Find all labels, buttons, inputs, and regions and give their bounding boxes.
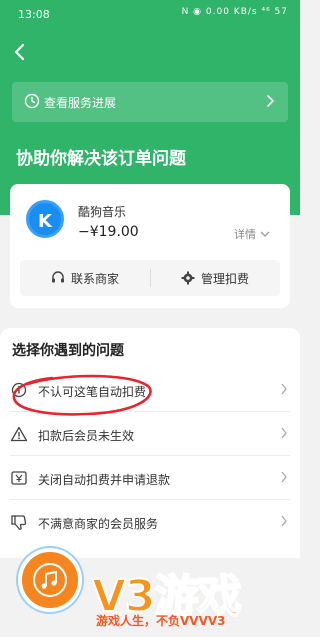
problem-item-cancel-and-refund[interactable]: 关闭自动扣费并申请退款	[0, 456, 300, 500]
app-name: 酷狗音乐	[78, 205, 127, 219]
status-bar: 13:08 N ◉ 0.00 KB/s ⁴⁶ 57	[0, 0, 300, 28]
problem-list: 选择你遇到的问题 不认可这笔自动扣费 扣款后会员未生效 关闭自动扣费并申请退款	[0, 328, 300, 558]
chevron-right-icon	[281, 515, 287, 527]
detail-label: 详情	[234, 228, 256, 241]
app-logo: K	[26, 200, 64, 238]
manage-deduction-button[interactable]: 管理扣费	[150, 260, 280, 296]
problem-label: 关闭自动扣费并申请退款	[38, 473, 171, 487]
contact-merchant-button[interactable]: 联系商家	[20, 260, 150, 296]
status-time: 13:08	[18, 8, 50, 21]
music-note-icon	[33, 563, 67, 597]
problem-label: 扣款后会员未生效	[38, 429, 135, 443]
chevron-down-icon	[260, 231, 270, 237]
warning-icon	[10, 426, 28, 442]
page-heading: 协助你解决该订单问题	[16, 149, 186, 169]
order-card: K 酷狗音乐 −¥19.00 详情 联系商家 管理扣费	[10, 184, 290, 308]
chevron-right-icon	[281, 427, 287, 439]
service-progress-button[interactable]: 查看服务进展	[12, 82, 288, 122]
order-price: −¥19.00	[78, 224, 139, 240]
chevron-right-icon	[281, 383, 287, 395]
gear-icon	[181, 271, 195, 285]
yuan-refund-icon	[11, 471, 27, 485]
watermark-slogan: 游戏人生，不负VVVV3	[96, 614, 226, 628]
chevron-right-icon	[267, 95, 275, 107]
problem-item-membership-not-active[interactable]: 扣款后会员未生效	[0, 412, 300, 456]
problem-item-unsatisfied-service[interactable]: 不满意商家的会员服务	[0, 500, 300, 544]
back-arrow-icon[interactable]	[8, 40, 32, 64]
detail-toggle[interactable]: 详情	[234, 226, 270, 242]
contact-merchant-label: 联系商家	[70, 271, 119, 286]
status-indicators: N ◉ 0.00 KB/s ⁴⁶ 57	[181, 7, 288, 17]
clock-icon	[24, 93, 40, 109]
problem-label: 不满意商家的会员服务	[38, 517, 159, 531]
headset-icon	[51, 271, 64, 283]
problem-section-title: 选择你遇到的问题	[12, 343, 124, 359]
manage-deduction-label: 管理扣费	[200, 271, 249, 286]
watermark-logo	[18, 548, 82, 612]
chevron-right-icon	[281, 471, 287, 483]
order-actions: 联系商家 管理扣费	[20, 260, 280, 296]
service-progress-label: 查看服务进展	[44, 96, 117, 110]
thumbs-down-icon	[11, 515, 27, 530]
red-circle-annotation	[12, 374, 152, 416]
